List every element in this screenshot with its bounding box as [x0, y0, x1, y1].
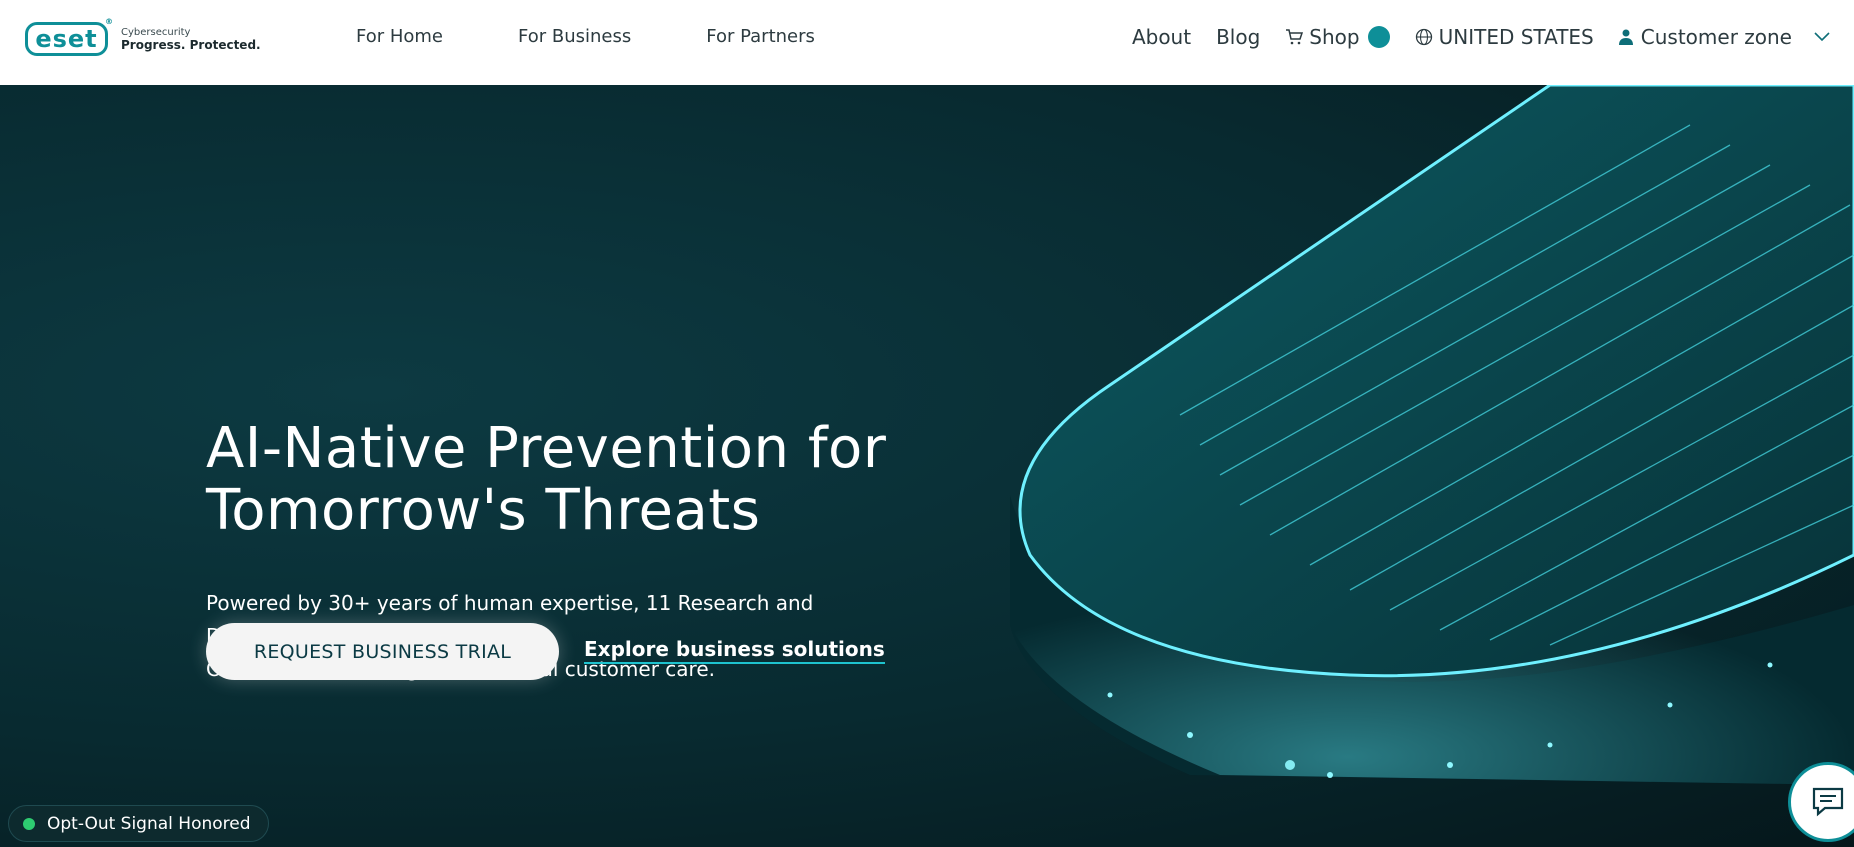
hero-section: AI-Native Prevention for Tomorrow's Thre… [0, 85, 1854, 847]
nav-for-partners[interactable]: For Partners [706, 26, 815, 47]
nav-shop[interactable]: Shop [1285, 25, 1390, 49]
nav-customer-zone-label: Customer zone [1640, 25, 1792, 49]
eset-logo[interactable]: eset ® Cybersecurity Progress. Protected… [25, 17, 261, 56]
logo-line1: Cybersecurity [121, 26, 191, 38]
user-icon [1618, 29, 1633, 45]
hero-title: AI-Native Prevention for Tomorrow's Thre… [206, 418, 1106, 542]
secondary-nav: About Blog Shop UNITED STATES Customer z… [1107, 25, 1830, 49]
hero-title-line1: AI-Native Prevention for [206, 416, 887, 481]
logo-line2: Progress. Protected. [121, 37, 261, 52]
hero-chip-illustration [1010, 85, 1854, 785]
nav-region[interactable]: UNITED STATES [1415, 25, 1594, 49]
explore-business-solutions-link[interactable]: Explore business solutions [584, 637, 885, 664]
logo-tagline: Cybersecurity Progress. Protected. [121, 27, 261, 52]
globe-icon [1415, 28, 1432, 46]
request-business-trial-button[interactable]: REQUEST BUSINESS TRIAL [206, 623, 559, 680]
nav-for-home[interactable]: For Home [356, 26, 443, 47]
nav-customer-zone[interactable]: Customer zone [1618, 25, 1830, 49]
logo-registered: ® [105, 17, 114, 26]
nav-blog[interactable]: Blog [1216, 25, 1260, 49]
hero-title-line2: Tomorrow's Threats [206, 478, 761, 543]
nav-region-label: UNITED STATES [1438, 25, 1594, 49]
nav-about[interactable]: About [1132, 25, 1191, 49]
logo-mark: eset ® [25, 17, 113, 56]
chevron-down-icon[interactable] [1814, 32, 1830, 42]
site-header: eset ® Cybersecurity Progress. Protected… [0, 0, 1854, 85]
nav-for-business[interactable]: For Business [518, 26, 631, 47]
cart-icon [1286, 29, 1304, 45]
primary-nav: For Home For Business For Partners [356, 26, 890, 47]
nav-shop-label: Shop [1309, 25, 1360, 49]
cart-badge [1367, 26, 1390, 48]
chat-icon [1812, 787, 1844, 817]
opt-out-signal-badge[interactable]: Opt-Out Signal Honored [8, 805, 269, 842]
logo-mark-text: eset [35, 25, 98, 53]
status-dot-icon [23, 817, 35, 830]
opt-out-label: Opt-Out Signal Honored [47, 813, 251, 834]
